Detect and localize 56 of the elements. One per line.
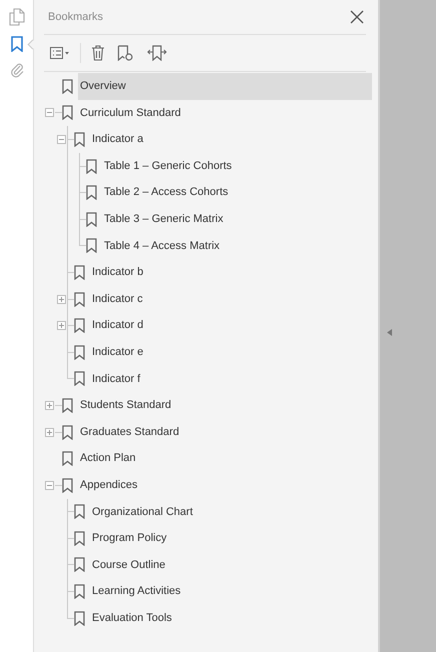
bookmark-item[interactable]: Indicator b bbox=[90, 259, 372, 286]
collapse-icon[interactable] bbox=[45, 108, 54, 118]
options-menu-button[interactable] bbox=[48, 44, 72, 62]
bookmark-icon bbox=[62, 478, 73, 493]
bookmark-item[interactable]: Table 3 – Generic Matrix bbox=[102, 206, 372, 233]
bookmark-icon bbox=[62, 398, 73, 413]
bookmark-icon bbox=[62, 424, 73, 440]
bookmark-icon bbox=[86, 158, 97, 174]
bookmark-item[interactable]: Appendices bbox=[78, 472, 372, 498]
pages-icon[interactable] bbox=[6, 6, 26, 28]
close-button[interactable] bbox=[348, 8, 366, 26]
bookmark-icon bbox=[74, 584, 85, 600]
bookmark-item[interactable]: Students Standard bbox=[78, 392, 372, 419]
bookmark-icon bbox=[86, 185, 97, 200]
panel-title: Bookmarks bbox=[47, 10, 104, 25]
bookmark-icon bbox=[62, 451, 73, 466]
bookmark-icon bbox=[74, 371, 85, 386]
collapse-icon[interactable] bbox=[45, 480, 54, 490]
bookmark-item[interactable]: Indicator c bbox=[90, 286, 372, 312]
bookmark-item[interactable]: Table 2 – Access Cohorts bbox=[102, 179, 372, 206]
bookmark-item[interactable]: Indicator d bbox=[90, 312, 372, 339]
bookmark-icon bbox=[62, 78, 73, 94]
bookmark-icon bbox=[74, 530, 85, 546]
bookmark-icon bbox=[74, 557, 85, 572]
bookmark-item[interactable]: Course Outline bbox=[90, 552, 372, 578]
expand-icon[interactable] bbox=[45, 400, 54, 410]
bookmark-icon bbox=[74, 344, 85, 360]
bookmark-icon bbox=[74, 292, 85, 307]
bookmark-item[interactable]: Table 4 – Access Matrix bbox=[102, 232, 372, 260]
bookmark-icon bbox=[74, 264, 85, 280]
bookmark-item[interactable]: Overview bbox=[78, 73, 372, 100]
expand-icon[interactable] bbox=[45, 428, 54, 437]
bookmark-item[interactable]: Indicator a bbox=[90, 126, 372, 153]
bookmark-icon bbox=[86, 238, 97, 254]
bookmark-item[interactable]: Organizational Chart bbox=[90, 498, 372, 526]
bookmark-icon bbox=[74, 318, 85, 334]
expand-bookmark-icon[interactable] bbox=[145, 43, 169, 63]
bookmark-icon[interactable] bbox=[8, 34, 24, 54]
bookmark-item[interactable]: Indicator e bbox=[90, 338, 372, 366]
bookmark-icon bbox=[74, 504, 85, 520]
bookmark-item[interactable]: Indicator f bbox=[90, 366, 372, 392]
delete-icon[interactable] bbox=[89, 43, 107, 63]
bookmark-item[interactable]: Curriculum Standard bbox=[78, 100, 372, 126]
bookmark-item[interactable]: Action Plan bbox=[78, 445, 372, 472]
expand-icon[interactable] bbox=[57, 294, 66, 304]
bookmark-item[interactable]: Table 1 – Generic Cohorts bbox=[102, 152, 372, 180]
bookmark-icon bbox=[86, 212, 97, 227]
bookmark-item[interactable]: Learning Activities bbox=[90, 578, 372, 605]
collapse-icon[interactable] bbox=[57, 134, 66, 144]
bookmark-item[interactable]: Program Policy bbox=[90, 525, 372, 552]
bookmark-item[interactable]: Evaluation Tools bbox=[90, 604, 372, 632]
bookmark-icon bbox=[74, 132, 85, 147]
bookmark-icon bbox=[74, 610, 85, 626]
bookmark-icon bbox=[62, 105, 73, 120]
expand-icon[interactable] bbox=[57, 321, 66, 330]
bookmark-item[interactable]: Graduates Standard bbox=[78, 418, 372, 446]
